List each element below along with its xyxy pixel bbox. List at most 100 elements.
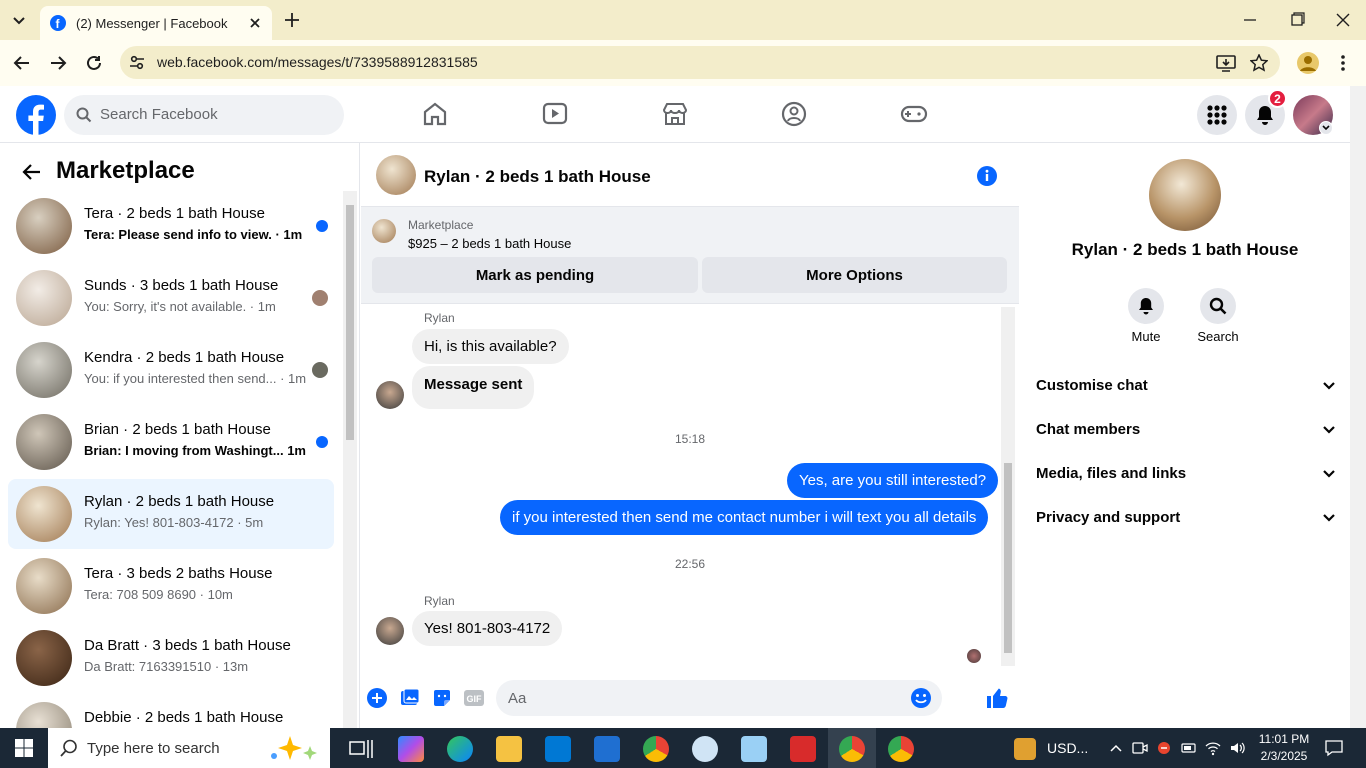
currency-widget-icon[interactable] (1014, 738, 1036, 760)
forward-icon[interactable] (49, 54, 67, 72)
info-icon[interactable] (976, 165, 998, 187)
message-bubble[interactable]: Message sent (412, 366, 535, 409)
microsoft-store-icon[interactable] (545, 736, 571, 762)
search-in-chat-button[interactable] (1200, 288, 1236, 324)
close-tab-icon[interactable] (248, 16, 262, 30)
menu-grid-button[interactable] (1197, 95, 1237, 135)
add-icon[interactable] (367, 688, 387, 708)
outgoing-message-bubble[interactable]: Yes, are you still interested? (787, 463, 999, 498)
task-view-icon[interactable] (348, 736, 374, 762)
conversation-avatar[interactable] (376, 155, 416, 195)
clock-date[interactable]: 2/3/2025 (1254, 749, 1314, 763)
meet-now-icon[interactable] (1132, 740, 1148, 756)
photo-icon[interactable] (400, 688, 420, 708)
mark-as-pending-button[interactable]: Mark as pending (372, 257, 698, 293)
sender-avatar[interactable] (376, 617, 404, 645)
privacy-support-section[interactable]: Privacy and support (1036, 509, 1336, 526)
volume-icon[interactable] (1229, 740, 1245, 756)
browser-tab[interactable]: f (2) Messenger | Facebook (40, 6, 272, 40)
chrome-active-icon[interactable] (839, 736, 865, 762)
more-options-button[interactable]: More Options (702, 257, 1007, 293)
taskbar-search-box[interactable]: Type here to search (48, 728, 330, 768)
sender-avatar[interactable] (376, 381, 404, 409)
facebook-search-input[interactable]: Search Facebook (64, 95, 344, 135)
media-files-links-section[interactable]: Media, files and links (1036, 465, 1336, 482)
tray-app-icon[interactable] (1156, 740, 1172, 756)
section-label: Chat members (1036, 421, 1141, 438)
notification-center-icon[interactable] (1325, 739, 1343, 757)
tray-chevron-up-icon[interactable] (1109, 742, 1123, 754)
message-bubble[interactable]: Hi, is this available? (412, 329, 569, 364)
message-bubble[interactable]: Yes! 801-803-4172 (412, 611, 563, 646)
site-info-icon[interactable] (128, 54, 146, 72)
chat-list-item-selected[interactable]: Rylan · 2 beds 1 bath House Rylan: Yes! … (8, 479, 334, 549)
back-arrow-icon[interactable] (22, 163, 42, 181)
listing-thumbnail (16, 486, 72, 542)
message-input[interactable]: Aa (496, 680, 942, 716)
chrome-profile-icon[interactable] (888, 736, 914, 762)
account-chevron-icon[interactable] (1319, 121, 1333, 135)
listing-price[interactable]: $925 – 2 beds 1 bath House (408, 236, 571, 251)
chat-name: Brian · 2 beds 1 bath House (84, 421, 271, 438)
profile-icon[interactable] (1297, 52, 1319, 74)
windows-start-icon[interactable] (15, 739, 33, 757)
wifi-icon[interactable] (1205, 740, 1221, 756)
page-title: Marketplace (56, 157, 195, 184)
close-window-icon[interactable] (1334, 12, 1352, 28)
chat-name: Tera · 2 beds 1 bath House (84, 205, 265, 222)
back-icon[interactable] (13, 54, 31, 72)
marketplace-chat-list: Marketplace Tera · 2 beds 1 bath House T… (0, 143, 360, 728)
recorder-icon[interactable] (790, 736, 816, 762)
currency-widget[interactable]: USD... (1047, 740, 1088, 756)
mail-icon[interactable] (594, 736, 620, 762)
copilot-icon[interactable] (398, 736, 424, 762)
edge-icon[interactable] (447, 736, 473, 762)
reload-icon[interactable] (85, 54, 103, 72)
chat-list-item[interactable]: Kendra · 2 beds 1 bath House You: if you… (8, 335, 334, 405)
home-nav-icon[interactable] (422, 101, 448, 127)
customise-chat-section[interactable]: Customise chat (1036, 377, 1336, 394)
scrollbar-thumb[interactable] (1004, 463, 1012, 653)
gif-icon[interactable]: GIF (463, 688, 485, 708)
chat-list-item[interactable]: Sunds · 3 beds 1 bath House You: Sorry, … (8, 263, 334, 333)
new-tab-icon[interactable] (283, 11, 301, 29)
marketplace-nav-icon[interactable] (662, 101, 688, 127)
chat-list-item[interactable]: Brian · 2 beds 1 bath House Brian: I mov… (8, 407, 334, 477)
chat-members-section[interactable]: Chat members (1036, 421, 1336, 438)
chat-list-item[interactable]: Tera · 3 beds 2 baths House Tera: 708 50… (8, 551, 334, 621)
conversation-scrollbar[interactable] (1001, 307, 1015, 666)
file-explorer-icon[interactable] (496, 736, 522, 762)
chat-list-scrollbar[interactable] (343, 191, 357, 728)
mute-button[interactable] (1128, 288, 1164, 324)
paint-icon[interactable] (692, 736, 718, 762)
sticker-icon[interactable] (432, 688, 452, 708)
video-nav-icon[interactable] (542, 101, 568, 127)
battery-icon[interactable] (1181, 740, 1197, 756)
chat-list-item[interactable]: Tera · 2 beds 1 bath House Tera: Please … (8, 191, 334, 261)
page-scrollbar[interactable] (1350, 86, 1366, 728)
thumbs-up-icon[interactable] (985, 686, 1009, 710)
bookmark-star-icon[interactable] (1250, 54, 1268, 72)
emoji-icon[interactable] (910, 687, 932, 709)
details-avatar[interactable] (1149, 159, 1221, 231)
clock-time[interactable]: 11:01 PM (1254, 732, 1314, 746)
search-placeholder: Search Facebook (100, 106, 218, 123)
minimize-icon[interactable] (1241, 12, 1259, 28)
url-text[interactable]: web.facebook.com/messages/t/733958891283… (157, 54, 478, 70)
chrome-icon[interactable] (643, 736, 669, 762)
outgoing-message-bubble[interactable]: if you interested then send me contact n… (500, 500, 989, 535)
gaming-nav-icon[interactable] (900, 101, 928, 127)
tab-search-chevron-icon[interactable] (8, 10, 30, 30)
conversation-title[interactable]: Rylan · 2 beds 1 bath House (424, 167, 651, 187)
notepad-icon[interactable] (741, 736, 767, 762)
restore-icon[interactable] (1288, 12, 1306, 28)
chat-list-item[interactable]: Da Bratt · 3 beds 1 bath House Da Bratt:… (8, 623, 334, 693)
browser-menu-icon[interactable] (1340, 54, 1346, 72)
conversation-header: Rylan · 2 beds 1 bath House (361, 143, 1019, 207)
chat-list-item[interactable]: Debbie · 2 beds 1 bath House (8, 695, 334, 728)
groups-nav-icon[interactable] (781, 101, 807, 127)
facebook-logo-icon[interactable] (16, 95, 56, 135)
scrollbar-thumb[interactable] (346, 205, 354, 440)
sparkle-icon (271, 736, 317, 760)
install-app-icon[interactable] (1216, 54, 1236, 72)
